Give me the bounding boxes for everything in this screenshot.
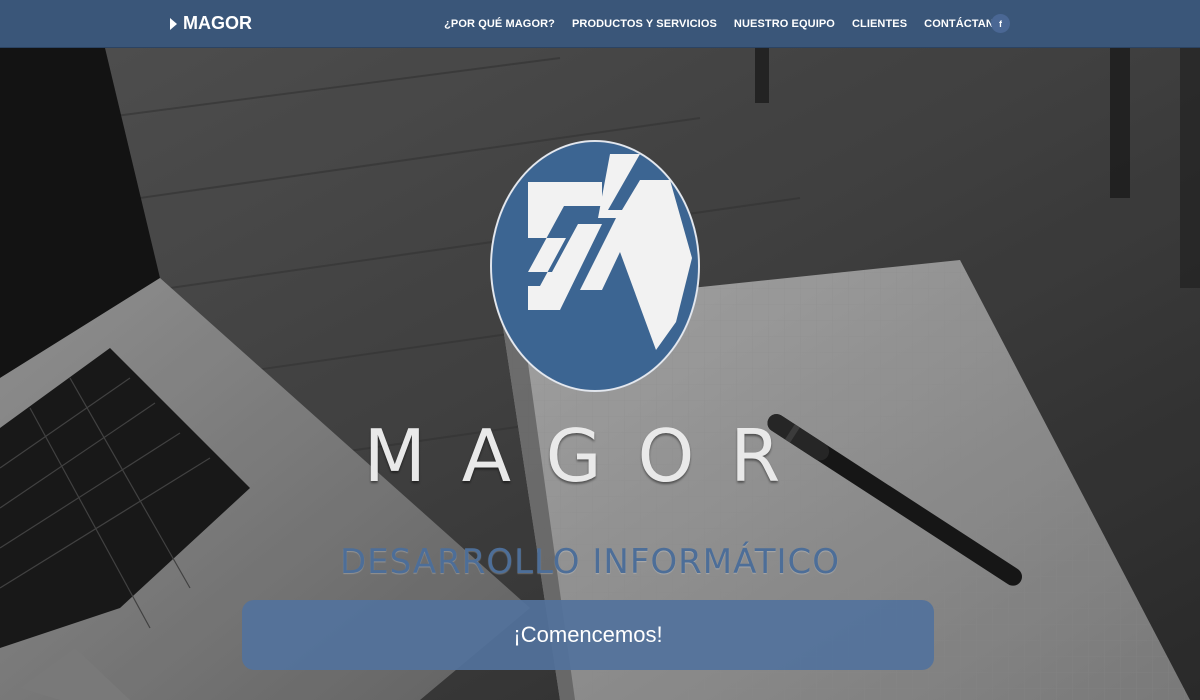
triangle-right-icon [170,17,177,30]
magor-logo-icon [490,140,700,392]
facebook-label: f [999,18,1002,29]
nav-link-products-services[interactable]: PRODUCTOS Y SERVICIOS [572,18,717,30]
nav-menu: ¿POR QUÉ MAGOR? PRODUCTOS Y SERVICIOS NU… [444,0,1010,47]
hero-title: MAGOR [363,414,817,498]
hero-section: MAGOR DESARROLLO INFORMÁTICO ¡Comencemos… [0,48,1200,700]
top-navbar: MAGOR ¿POR QUÉ MAGOR? PRODUCTOS Y SERVIC… [0,0,1200,48]
nav-link-clients[interactable]: CLIENTES [852,18,907,30]
nav-link-our-team[interactable]: NUESTRO EQUIPO [734,18,835,30]
nav-link-why-magor[interactable]: ¿POR QUÉ MAGOR? [444,18,555,30]
brand-name: MAGOR [183,13,252,33]
facebook-icon[interactable]: f [991,14,1010,33]
hero-subtitle: DESARROLLO INFORMÁTICO [339,542,841,582]
brand-link[interactable]: MAGOR [170,13,252,34]
get-started-button[interactable]: ¡Comencemos! [242,600,934,670]
